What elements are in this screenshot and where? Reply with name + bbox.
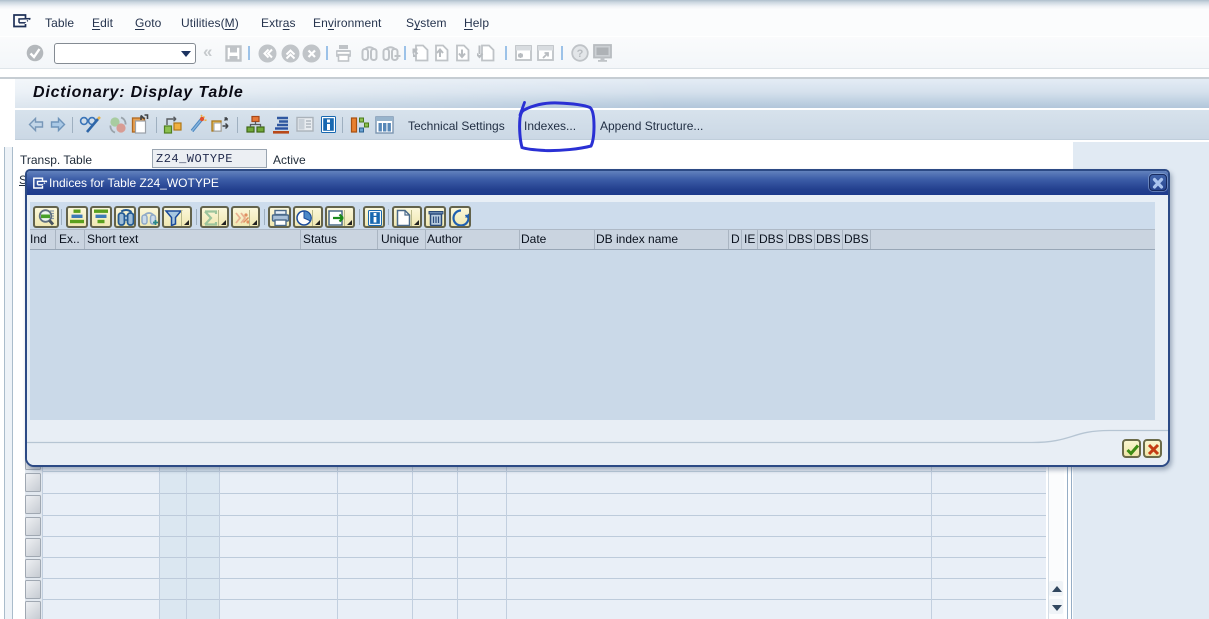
- svg-text:?: ?: [577, 48, 584, 60]
